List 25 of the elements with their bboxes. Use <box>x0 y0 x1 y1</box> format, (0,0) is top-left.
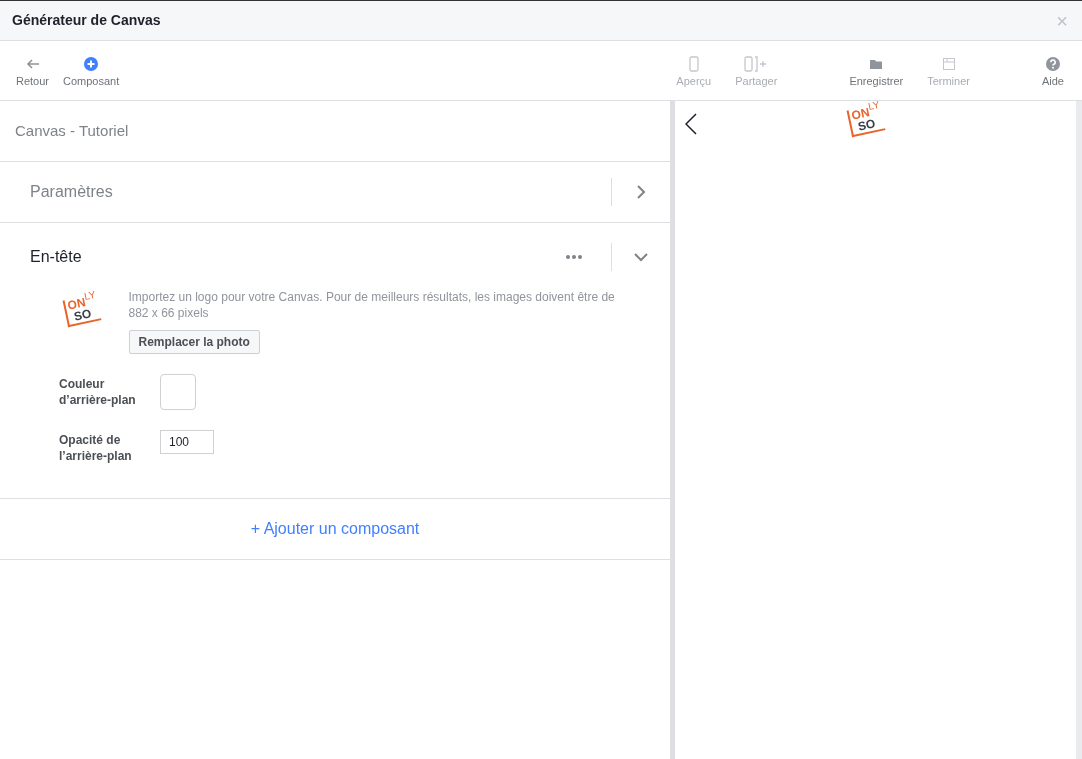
phones-plus-icon <box>744 55 769 72</box>
upload-hint: Importez un logo pour votre Canvas. Pour de meilleurs résultats, les images doivent être de 882 x 66 pixels <box>128 289 616 321</box>
add-component-link[interactable]: + Ajouter un composant <box>250 517 420 541</box>
toolbar-button[interactable]: Enregistrer <box>845 55 908 88</box>
back-chevron-icon[interactable] <box>685 113 697 135</box>
field-label: Couleur d’arrière-plan <box>59 376 137 408</box>
canvas-name: Canvas - Tutoriel <box>15 120 129 141</box>
more-icon[interactable] <box>565 255 583 259</box>
replace-photo-button[interactable]: Remplacer la photo <box>128 330 260 354</box>
logo-drawing: ON LY SO <box>846 103 885 138</box>
color-swatch[interactable] <box>160 374 196 410</box>
toolbar-button[interactable]: Retour <box>12 55 54 88</box>
section-title: En-tête <box>30 247 83 267</box>
window-icon <box>940 55 957 72</box>
plus-circle-icon <box>83 55 100 72</box>
field-label: Opacité de l’arrière-plan <box>59 432 133 464</box>
logo-drawing: ON LY SO <box>62 293 101 328</box>
section-title: Paramètres <box>30 182 114 202</box>
chevron-down-icon[interactable] <box>634 250 648 264</box>
window-title: Générateur de Canvas <box>12 11 161 30</box>
chevron-right-icon[interactable] <box>634 185 648 199</box>
help-icon <box>1045 55 1061 72</box>
toolbar-button[interactable]: Aide <box>1037 55 1068 88</box>
opacity-input[interactable]: 100 <box>160 430 214 454</box>
toolbar-button[interactable]: Composant <box>59 55 124 88</box>
